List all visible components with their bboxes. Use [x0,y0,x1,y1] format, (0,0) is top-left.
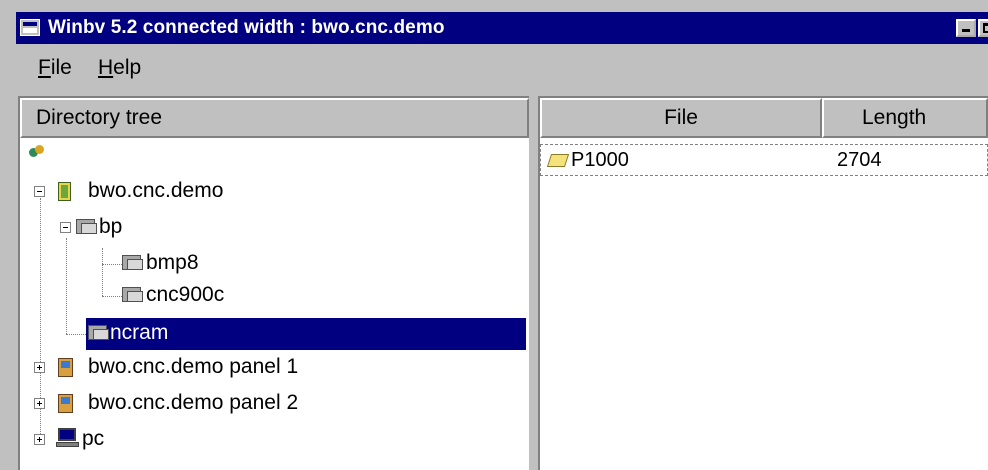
tree-node-bmp8[interactable]: bmp8 [146,250,199,278]
tree-node-bwo-cnc-demo[interactable]: bwo.cnc.demo [88,178,223,206]
directory-tree-header[interactable]: Directory tree [20,98,529,138]
tree-node-pc[interactable]: pc [82,426,104,454]
file-row[interactable]: P1000 2704 [540,144,988,176]
column-header-length[interactable]: Length [822,98,988,138]
file-icon [549,152,569,168]
expander-panel-1[interactable] [34,362,45,373]
tree-line [66,238,67,334]
menu-file-accelerator: F [38,56,51,79]
folder-icon [122,254,144,271]
file-list-pane[interactable]: File Length P1000 2704 [538,96,988,470]
panel-icon [58,358,73,377]
pc-icon [56,428,80,448]
menu-help-label: elp [113,56,142,79]
tree-node-panel-2[interactable]: bwo.cnc.demo panel 2 [88,390,298,418]
tree-line [102,264,122,265]
window-title: Winbv 5.2 connected width : bwo.cnc.demo [48,17,445,38]
expander-panel-2[interactable] [34,398,45,409]
server-icon [58,182,71,201]
tree-line [66,334,86,335]
menu-help[interactable]: Help [98,56,141,80]
tree-node-bp[interactable]: bp [99,214,122,242]
tree-line [102,296,122,297]
menu-file-label: ile [50,56,72,79]
folder-icon [76,218,98,235]
folder-icon [122,286,144,303]
main-window: Winbv 5.2 connected width : bwo.cnc.demo… [0,0,988,470]
file-name-cell: P1000 [571,149,629,171]
menu-bar: File Help [16,50,988,84]
network-icon[interactable] [28,144,46,162]
maximize-button[interactable] [978,19,988,37]
tree-node-cnc900c[interactable]: cnc900c [146,282,224,310]
file-length-cell: 2704 [837,149,882,171]
expander-bp[interactable] [60,222,71,233]
tree-line [102,248,103,296]
menu-file[interactable]: File [38,56,72,80]
column-header-file[interactable]: File [540,98,822,138]
folder-icon [88,324,110,341]
directory-tree-pane[interactable]: Directory tree bwo.cnc.demo bp bmp8 cnc9… [18,96,529,470]
tree-node-panel-1[interactable]: bwo.cnc.demo panel 1 [88,354,298,382]
expander-pc[interactable] [34,434,45,445]
app-icon[interactable] [20,19,40,36]
minimize-button[interactable] [956,19,976,37]
expander-bwo-cnc-demo[interactable] [34,186,45,197]
title-bar[interactable]: Winbv 5.2 connected width : bwo.cnc.demo [16,12,988,44]
menu-help-accelerator: H [98,56,114,79]
tree-node-ncram[interactable]: ncram [110,320,168,348]
panel-icon [58,394,73,413]
